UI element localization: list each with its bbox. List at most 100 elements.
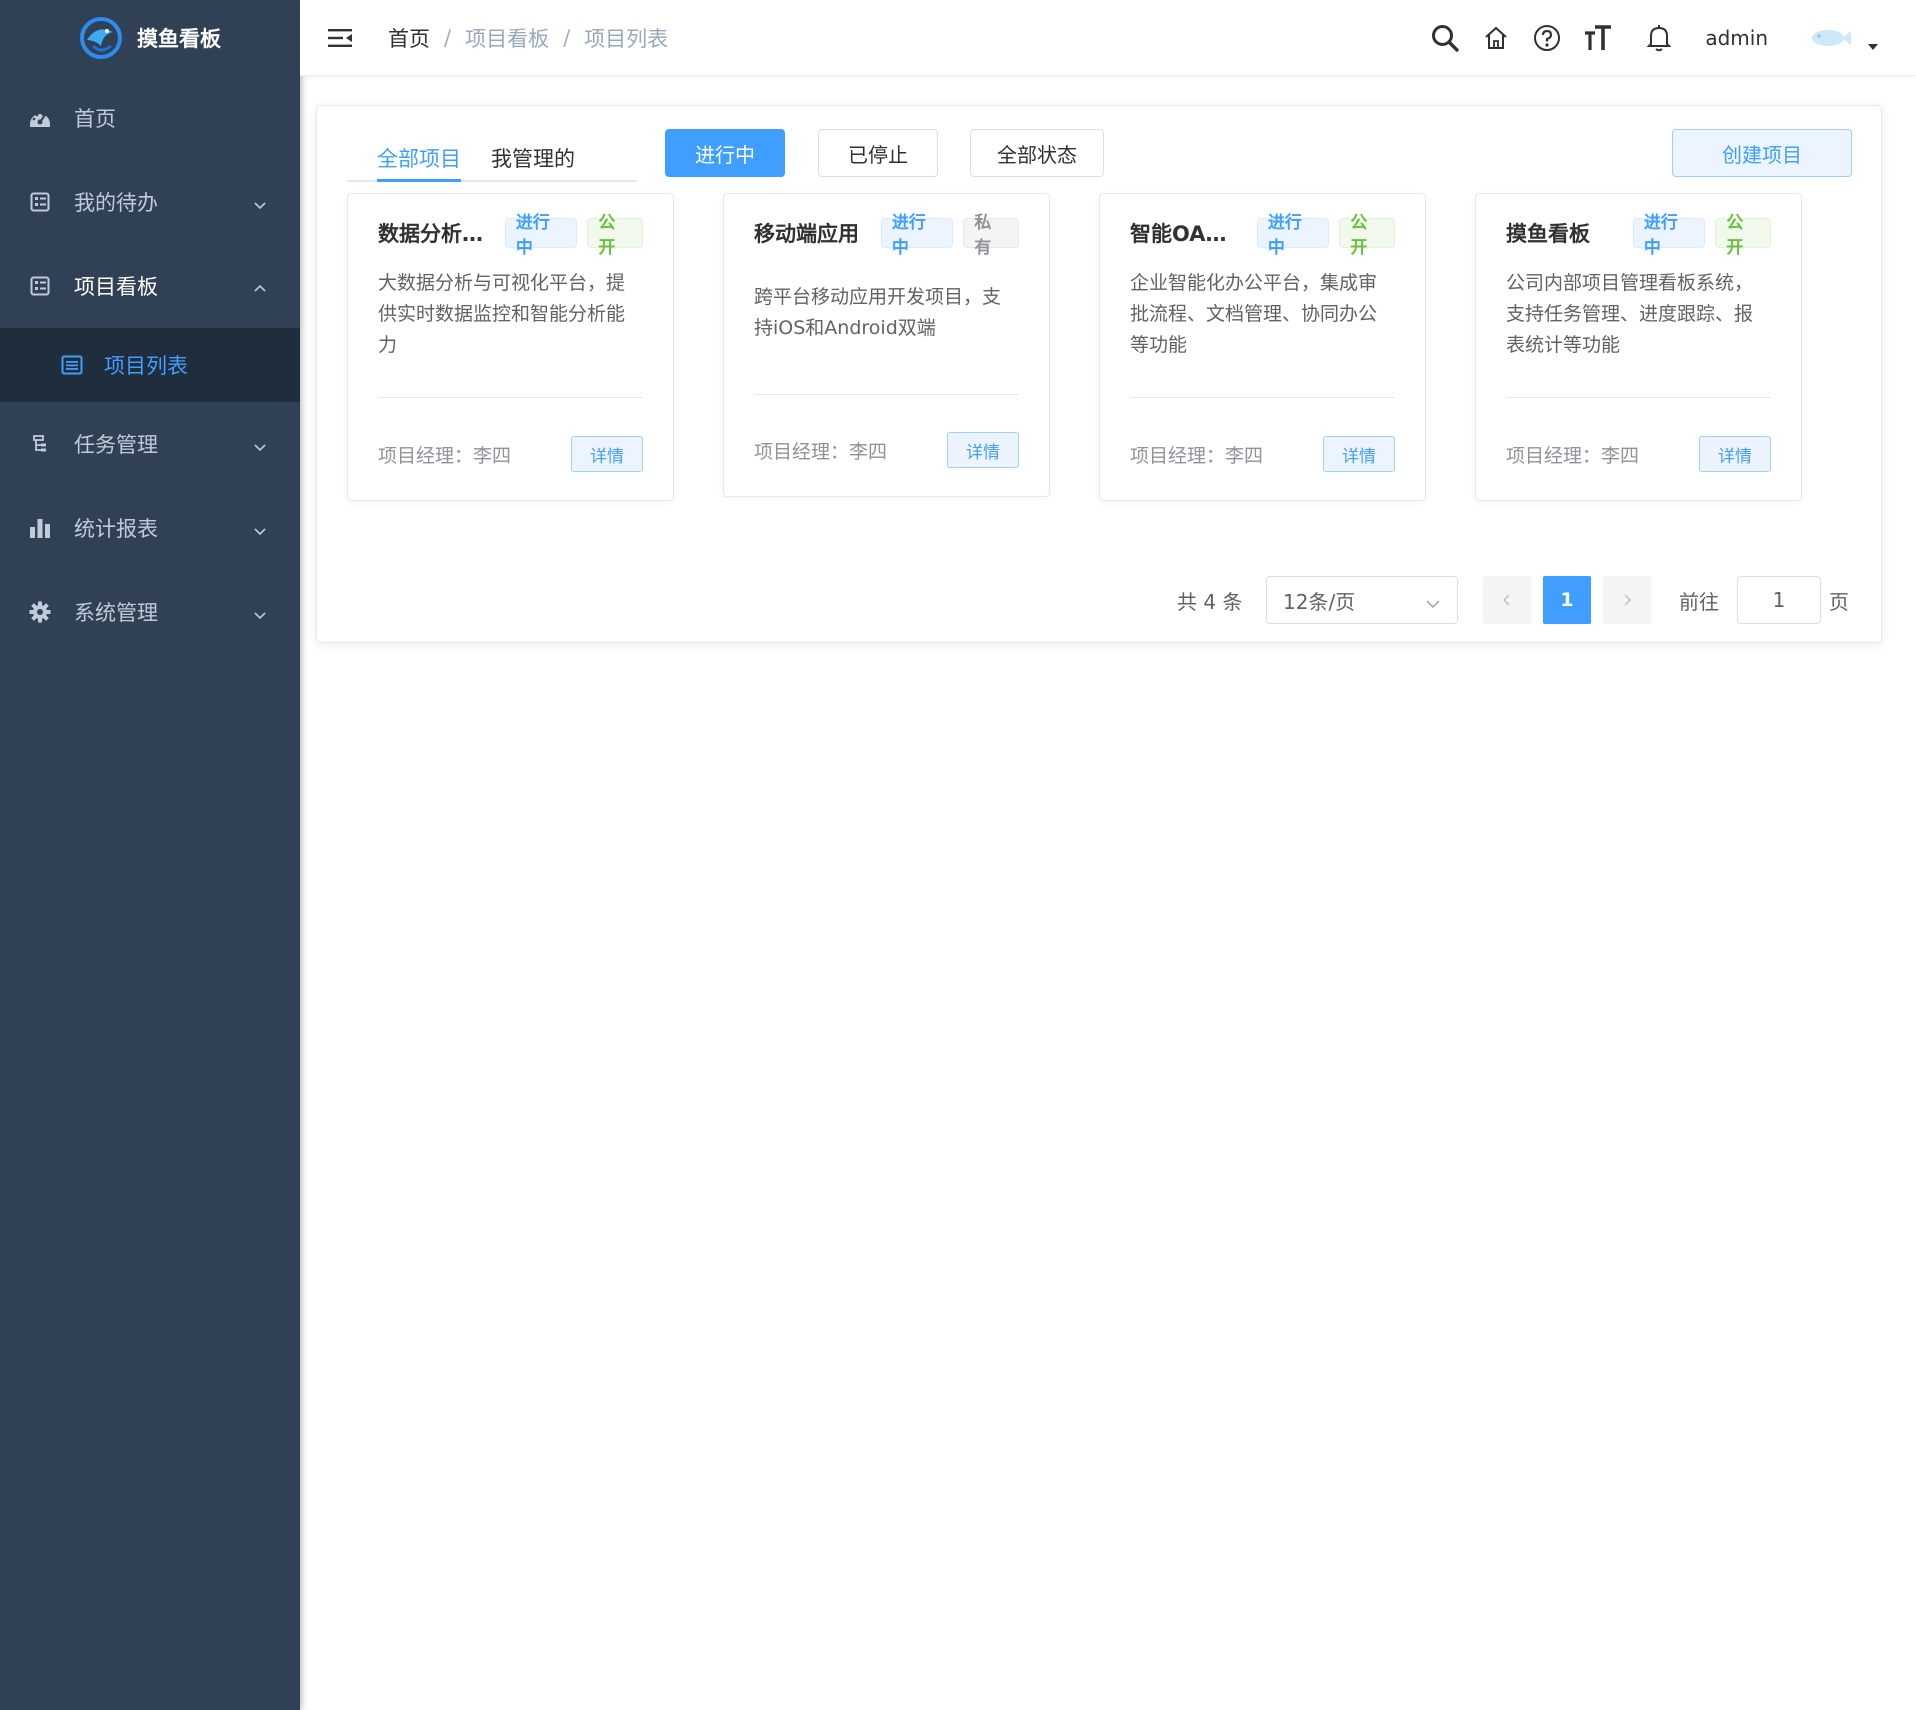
sidebar-item-reports[interactable]: 统计报表 <box>0 486 300 570</box>
page-size-value: 12条/页 <box>1283 589 1356 614</box>
tree-icon <box>28 432 52 456</box>
page-number-current[interactable]: 1 <box>1543 576 1591 624</box>
detail-button[interactable]: 详情 <box>1323 436 1395 472</box>
chevron-up-icon <box>252 278 268 294</box>
bar-chart-icon <box>28 516 52 540</box>
username[interactable]: admin <box>1705 26 1768 50</box>
sidebar-item-label: 我的待办 <box>74 191 158 215</box>
font-size-icon[interactable] <box>1581 21 1615 55</box>
breadcrumb-separator: / <box>444 25 452 50</box>
divider <box>754 394 1019 395</box>
sidebar-item-project-board[interactable]: 项目看板 <box>0 244 300 328</box>
project-card-footer: 项目经理：李四 详情 <box>1130 436 1395 472</box>
breadcrumb-project-board: 项目看板 <box>465 26 550 51</box>
sidebar: 摸鱼看板 首页 我的待办 项目看板 项目列表 任务管理 统计报表 系统管理 <box>0 0 300 1710</box>
breadcrumb: 首页 / 项目看板 / 项目列表 <box>388 23 668 53</box>
tab-all-projects[interactable]: 全部项目 <box>347 136 491 182</box>
home-icon[interactable] <box>1479 21 1513 55</box>
sidebar-item-label: 项目列表 <box>104 354 188 378</box>
logo[interactable]: 摸鱼看板 <box>0 0 300 76</box>
pagination-total: 共 4 条 <box>1177 589 1243 614</box>
project-title: 数据分析平台 <box>378 222 495 246</box>
chevron-down-icon <box>252 194 268 210</box>
list-icon <box>60 353 84 377</box>
detail-button[interactable]: 详情 <box>947 432 1019 468</box>
divider <box>1130 397 1395 398</box>
todo-icon <box>28 190 52 214</box>
sidebar-item-label: 系统管理 <box>74 601 158 625</box>
breadcrumb-home[interactable]: 首页 <box>388 23 430 53</box>
board-icon <box>28 274 52 298</box>
breadcrumb-separator: / <box>563 25 571 50</box>
goto-label: 前往 <box>1679 589 1719 614</box>
project-card-header: 摸鱼看板 进行中 公开 <box>1506 213 1772 258</box>
header-actions: admin <box>1428 0 1916 76</box>
prev-page-button[interactable] <box>1483 576 1531 624</box>
sidebar-item-system[interactable]: 系统管理 <box>0 570 300 654</box>
goto-page-input[interactable] <box>1737 576 1821 624</box>
project-description: 企业智能化办公平台，集成审批流程、文档管理、协同办公等功能 <box>1130 272 1378 356</box>
sidebar-item-home[interactable]: 首页 <box>0 76 300 160</box>
sidebar-item-label: 首页 <box>74 107 116 131</box>
status-badge: 进行中 <box>1632 213 1706 258</box>
status-badge: 进行中 <box>880 213 954 258</box>
project-manager: 项目经理：李四 <box>754 440 888 463</box>
breadcrumb-project-list: 项目列表 <box>584 26 669 51</box>
visibility-badge: 公开 <box>587 213 644 258</box>
sidebar-item-todo[interactable]: 我的待办 <box>0 160 300 244</box>
pagination: 共 4 条 12条/页 1 前往 页 <box>317 576 1881 624</box>
search-icon[interactable] <box>1428 21 1462 55</box>
project-title: 移动端应用 <box>754 222 859 246</box>
sidebar-item-task-management[interactable]: 任务管理 <box>0 402 300 486</box>
top-navbar: 首页 / 项目看板 / 项目列表 admin <box>300 0 1916 76</box>
sidebar-item-label: 任务管理 <box>74 433 158 457</box>
divider <box>378 397 643 398</box>
caret-down-icon[interactable] <box>1866 39 1880 53</box>
project-description: 大数据分析与可视化平台，提供实时数据监控和智能分析能力 <box>378 272 626 356</box>
project-manager: 项目经理：李四 <box>378 444 512 467</box>
tab-my-managed[interactable]: 我管理的 <box>491 136 605 180</box>
page-size-select[interactable]: 12条/页 <box>1266 576 1458 624</box>
project-title: 智能OA系统 <box>1130 222 1247 246</box>
detail-button[interactable]: 详情 <box>1699 436 1771 472</box>
project-card[interactable]: 摸鱼看板 进行中 公开 公司内部项目管理看板系统，支持任务管理、进度跟踪、报表统… <box>1475 193 1802 501</box>
dashboard-icon <box>28 106 52 130</box>
project-card-footer: 项目经理：李四 详情 <box>1506 436 1771 472</box>
avatar[interactable] <box>1810 27 1852 49</box>
gear-icon <box>28 600 52 624</box>
project-card[interactable]: 智能OA系统 进行中 公开 企业智能化办公平台，集成审批流程、文档管理、协同办公… <box>1099 193 1426 501</box>
project-scope-tabs: 全部项目 我管理的 <box>347 136 637 182</box>
project-card[interactable]: 移动端应用 进行中 私有 跨平台移动应用开发项目，支持iOS和Android双端… <box>723 193 1050 497</box>
app-title: 摸鱼看板 <box>137 27 221 51</box>
project-manager: 项目经理：李四 <box>1130 444 1264 467</box>
filter-stopped-button[interactable]: 已停止 <box>818 129 938 177</box>
filter-running-button[interactable]: 进行中 <box>665 129 785 177</box>
project-card-header: 智能OA系统 进行中 公开 <box>1130 213 1396 258</box>
project-manager: 项目经理：李四 <box>1506 444 1640 467</box>
menu-toggle-icon[interactable] <box>326 24 354 52</box>
bell-icon[interactable] <box>1642 21 1676 55</box>
detail-button[interactable]: 详情 <box>571 436 643 472</box>
project-card-footer: 项目经理：李四 详情 <box>754 432 1019 468</box>
project-card-header: 移动端应用 进行中 私有 <box>754 213 1020 258</box>
sidebar-item-project-list[interactable]: 项目列表 <box>0 328 300 402</box>
next-page-button[interactable] <box>1603 576 1651 624</box>
help-icon[interactable] <box>1530 21 1564 55</box>
fish-logo-icon <box>79 16 123 60</box>
status-badge: 进行中 <box>504 213 578 258</box>
project-list-panel: 全部项目 我管理的 进行中 已停止 全部状态 创建项目 数据分析平台 进行中 公… <box>316 105 1882 643</box>
visibility-badge: 公开 <box>1339 213 1396 258</box>
visibility-badge: 私有 <box>963 213 1020 258</box>
sidebar-item-label: 统计报表 <box>74 517 158 541</box>
chevron-left-icon <box>1502 594 1510 606</box>
project-card[interactable]: 数据分析平台 进行中 公开 大数据分析与可视化平台，提供实时数据监控和智能分析能… <box>347 193 674 501</box>
chevron-down-icon <box>252 604 268 620</box>
create-project-button[interactable]: 创建项目 <box>1672 129 1852 177</box>
filter-all-status-button[interactable]: 全部状态 <box>970 129 1104 177</box>
project-card-footer: 项目经理：李四 详情 <box>378 436 643 472</box>
status-badge: 进行中 <box>1256 213 1330 258</box>
chevron-down-icon <box>252 436 268 452</box>
chevron-down-icon <box>1425 593 1441 609</box>
divider <box>1506 397 1771 398</box>
chevron-down-icon <box>252 520 268 536</box>
